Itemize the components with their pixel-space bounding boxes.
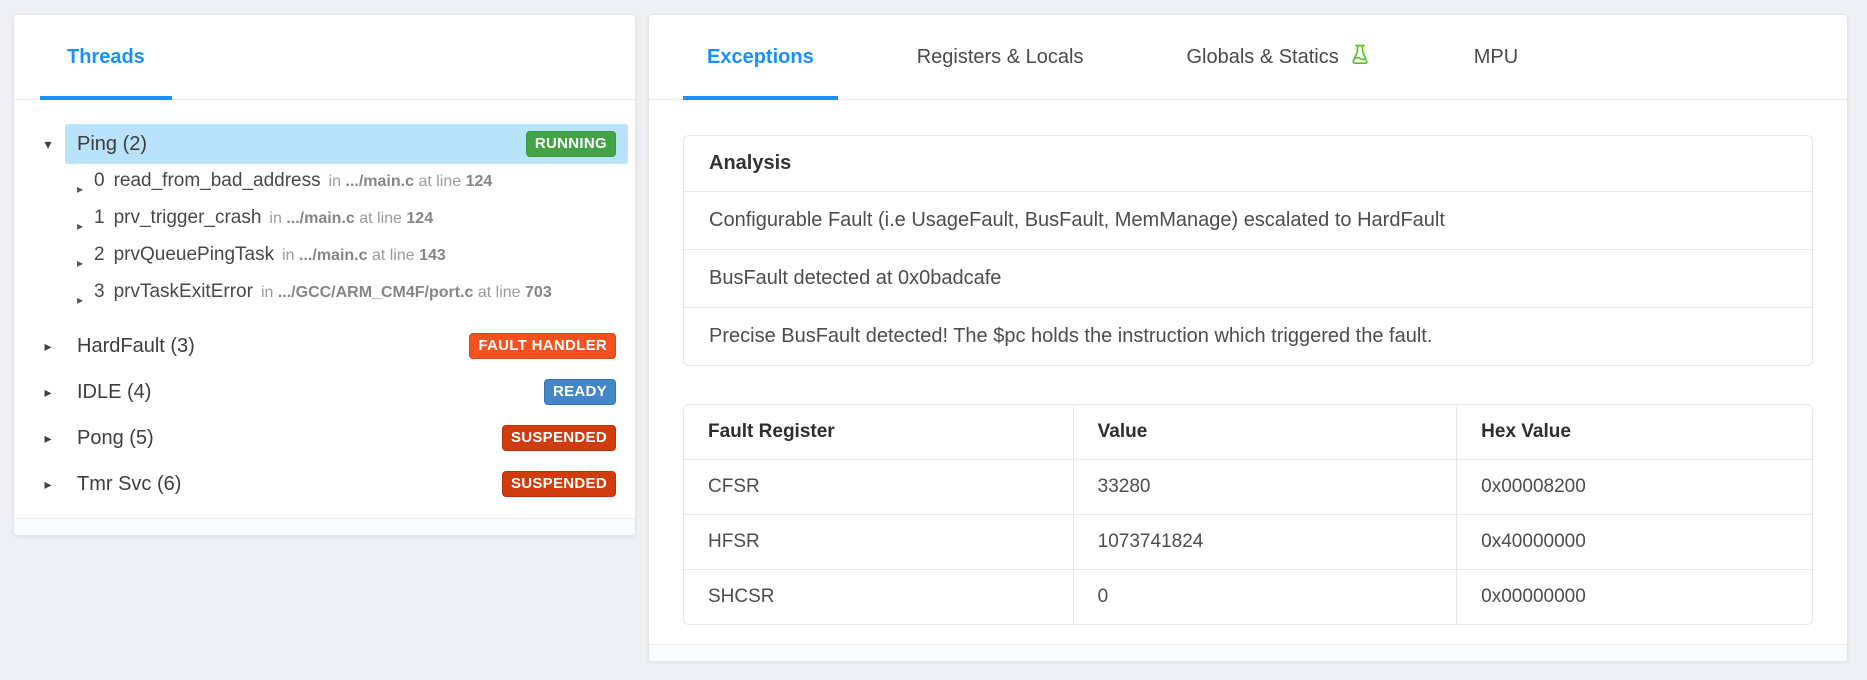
status-badge-running: RUNNING (526, 131, 616, 158)
frame-line: 124 (466, 173, 493, 190)
analysis-row: BusFault detected at 0x0badcafe (684, 250, 1812, 308)
register-name: HFSR (684, 515, 1073, 570)
flask-icon (1349, 42, 1371, 73)
register-hex-value: 0x00000000 (1457, 570, 1812, 625)
register-hex-value: 0x40000000 (1457, 515, 1812, 570)
frame-function: read_from_bad_address (114, 170, 321, 192)
frame-index: 3 (94, 281, 105, 303)
tab-exceptions[interactable]: Exceptions (683, 15, 838, 99)
table-row-shcsr: SHCSR 0 0x00000000 (684, 570, 1812, 625)
frame-function: prvQueuePingTask (114, 244, 275, 266)
stack-frames: ▸ 0 read_from_bad_address in .../main.c … (14, 170, 635, 318)
threads-panel: Threads ▾ Ping (2) RUNNING ▸ 0 read_from… (13, 14, 636, 536)
tab-mpu-label: MPU (1474, 46, 1518, 69)
thread-name: Pong (5) (77, 427, 154, 450)
caret-right-icon[interactable]: ▸ (74, 256, 86, 270)
thread-name: Tmr Svc (6) (77, 473, 181, 496)
tab-exceptions-label: Exceptions (707, 46, 814, 69)
thread-row-idle[interactable]: ▸ IDLE (4) READY (14, 372, 635, 412)
caret-right-icon[interactable]: ▸ (74, 219, 86, 233)
status-badge-fault-handler: FAULT HANDLER (469, 333, 616, 360)
frame-location: in .../main.c at line 143 (282, 247, 446, 265)
register-name: SHCSR (684, 570, 1073, 625)
tab-globals-statics[interactable]: Globals & Statics (1162, 15, 1394, 99)
analysis-title: Analysis (684, 136, 1812, 192)
tab-threads[interactable]: Threads (40, 15, 172, 99)
status-badge-ready: READY (544, 379, 616, 406)
thread-name: HardFault (3) (77, 335, 195, 358)
analysis-box: Analysis Configurable Fault (i.e UsageFa… (683, 135, 1813, 366)
thread-name: Ping (2) (77, 133, 147, 156)
caret-right-icon[interactable]: ▸ (74, 293, 86, 307)
frame-function: prv_trigger_crash (114, 207, 262, 229)
caret-right-icon[interactable]: ▸ (74, 182, 86, 196)
frame-row[interactable]: ▸ 1 prv_trigger_crash in .../main.c at l… (14, 207, 635, 244)
status-badge-suspended: SUSPENDED (502, 471, 616, 498)
status-badge-suspended: SUSPENDED (502, 425, 616, 452)
frame-line: 124 (406, 210, 433, 227)
frame-file: .../GCC/ARM_CM4F/port.c (278, 284, 474, 301)
frame-index: 0 (94, 170, 105, 192)
frame-row[interactable]: ▸ 3 prvTaskExitError in .../GCC/ARM_CM4F… (14, 281, 635, 318)
thread-row-ping[interactable]: ▾ Ping (2) RUNNING (14, 124, 635, 164)
caret-right-icon[interactable]: ▸ (41, 430, 55, 447)
details-panel: Exceptions Registers & Locals Globals & … (648, 14, 1848, 662)
register-value: 33280 (1073, 460, 1457, 515)
frame-function: prvTaskExitError (114, 281, 253, 303)
details-tabbar: Exceptions Registers & Locals Globals & … (649, 15, 1847, 100)
tab-registers-locals[interactable]: Registers & Locals (893, 15, 1108, 99)
col-header-value: Value (1073, 405, 1457, 460)
tab-globals-statics-label: Globals & Statics (1186, 46, 1338, 69)
frame-file: .../main.c (299, 247, 367, 264)
thread-row-hardfault[interactable]: ▸ HardFault (3) FAULT HANDLER (14, 326, 635, 366)
table-row-cfsr: CFSR 33280 0x00008200 (684, 460, 1812, 515)
col-header-fault-register: Fault Register (684, 405, 1073, 460)
analysis-row: Precise BusFault detected! The $pc holds… (684, 308, 1812, 365)
caret-right-icon[interactable]: ▸ (41, 476, 55, 493)
panel-footer (14, 518, 635, 535)
frame-row[interactable]: ▸ 2 prvQueuePingTask in .../main.c at li… (14, 244, 635, 281)
panel-footer (649, 644, 1847, 661)
register-value: 1073741824 (1073, 515, 1457, 570)
caret-down-icon[interactable]: ▾ (41, 136, 55, 153)
frame-index: 1 (94, 207, 105, 229)
fault-register-table: Fault Register Value Hex Value CFSR 3328… (683, 404, 1813, 625)
frame-location: in .../main.c at line 124 (269, 210, 433, 228)
thread-label-hardfault[interactable]: HardFault (3) FAULT HANDLER (65, 326, 628, 366)
tab-mpu[interactable]: MPU (1450, 15, 1542, 99)
caret-right-icon[interactable]: ▸ (41, 384, 55, 401)
frame-location: in .../main.c at line 124 (329, 173, 493, 191)
frame-location: in .../GCC/ARM_CM4F/port.c at line 703 (261, 284, 552, 302)
thread-row-pong[interactable]: ▸ Pong (5) SUSPENDED (14, 418, 635, 458)
thread-label-pong[interactable]: Pong (5) SUSPENDED (65, 418, 628, 458)
thread-label-tmr-svc[interactable]: Tmr Svc (6) SUSPENDED (65, 464, 628, 504)
table-header-row: Fault Register Value Hex Value (684, 405, 1812, 460)
analysis-row: Configurable Fault (i.e UsageFault, BusF… (684, 192, 1812, 250)
thread-row-tmr-svc[interactable]: ▸ Tmr Svc (6) SUSPENDED (14, 464, 635, 504)
tab-threads-label: Threads (67, 46, 145, 69)
col-header-hex-value: Hex Value (1457, 405, 1812, 460)
register-hex-value: 0x00008200 (1457, 460, 1812, 515)
caret-right-icon[interactable]: ▸ (41, 338, 55, 355)
frame-file: .../main.c (286, 210, 354, 227)
exceptions-content: Analysis Configurable Fault (i.e UsageFa… (649, 100, 1847, 644)
thread-label-idle[interactable]: IDLE (4) READY (65, 372, 628, 412)
thread-tree: ▾ Ping (2) RUNNING ▸ 0 read_from_bad_add… (14, 100, 635, 518)
frame-line: 703 (525, 284, 552, 301)
register-value: 0 (1073, 570, 1457, 625)
thread-name: IDLE (4) (77, 381, 151, 404)
frame-index: 2 (94, 244, 105, 266)
frame-file: .../main.c (346, 173, 414, 190)
frame-line: 143 (419, 247, 446, 264)
tab-registers-locals-label: Registers & Locals (917, 46, 1084, 69)
threads-tabbar: Threads (14, 15, 635, 100)
register-name: CFSR (684, 460, 1073, 515)
frame-row[interactable]: ▸ 0 read_from_bad_address in .../main.c … (14, 170, 635, 207)
table-row-hfsr: HFSR 1073741824 0x40000000 (684, 515, 1812, 570)
thread-label-ping[interactable]: Ping (2) RUNNING (65, 124, 628, 164)
